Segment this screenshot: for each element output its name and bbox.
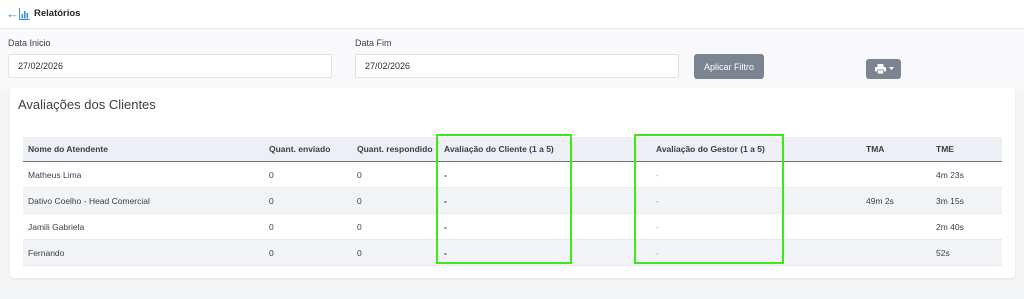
cell-client-rating: - xyxy=(444,170,447,180)
cell-sent: 0 xyxy=(269,248,274,258)
table-row: Dativo Coelho - Head Comercial 0 0 - - 4… xyxy=(23,188,1002,214)
cell-tme: 3m 15s xyxy=(936,196,964,206)
column-header-name: Nome do Atendente xyxy=(28,144,108,154)
cell-sent: 0 xyxy=(269,196,274,206)
cell-answered: 0 xyxy=(357,196,362,206)
cell-name: Matheus Lima xyxy=(28,170,82,180)
end-date-label: Data Fim xyxy=(355,38,392,48)
cell-name: Dativo Coelho - Head Comercial xyxy=(28,196,150,206)
page-title: Relatórios xyxy=(34,8,81,19)
cell-name: Fernando xyxy=(28,248,65,258)
column-header-answered: Quant. respondido xyxy=(357,144,433,154)
start-date-label: Data Inicio xyxy=(8,38,51,48)
top-bar: ← Relatórios xyxy=(0,0,1024,29)
cell-name: Jamili Gabriela xyxy=(28,222,85,232)
start-date-input[interactable]: 27/02/2026 xyxy=(8,54,332,78)
printer-icon xyxy=(875,64,886,74)
column-header-tma: TMA xyxy=(866,144,885,154)
cell-answered: 0 xyxy=(357,222,362,232)
cell-sent: 0 xyxy=(269,222,274,232)
caret-down-icon xyxy=(889,67,894,70)
cell-tma: 49m 2s xyxy=(866,196,894,206)
cell-tme: 4m 23s xyxy=(936,170,964,180)
apply-filter-button[interactable]: Aplicar Filtro xyxy=(694,54,764,79)
table-row: Matheus Lima 0 0 - - 4m 23s xyxy=(23,162,1002,188)
card-title: Avaliações dos Clientes xyxy=(18,97,156,112)
cell-sent: 0 xyxy=(269,170,274,180)
column-header-tme: TME xyxy=(936,144,954,154)
cell-client-rating: - xyxy=(444,222,447,232)
cell-client-rating: - xyxy=(444,248,447,258)
table-row: Fernando 0 0 - - 52s xyxy=(23,240,1002,266)
cell-manager-rating: - xyxy=(656,248,659,258)
end-date-input[interactable]: 27/02/2026 xyxy=(355,54,679,78)
table-row: Jamili Gabriela 0 0 - - 2m 40s xyxy=(23,214,1002,240)
ratings-card: Avaliações dos Clientes Nome do Atendent… xyxy=(10,88,1015,278)
arrow-left-icon[interactable]: ← xyxy=(6,7,19,21)
column-header-client-rating: Avaliação do Cliente (1 a 5) xyxy=(444,144,554,154)
table-header: Nome do Atendente Quant. enviado Quant. … xyxy=(23,137,1002,162)
cell-manager-rating: - xyxy=(656,222,659,232)
column-header-sent: Quant. enviado xyxy=(269,144,331,154)
cell-tme: 52s xyxy=(936,248,950,258)
cell-client-rating: - xyxy=(444,196,447,206)
print-dropdown-button[interactable] xyxy=(866,59,901,79)
cell-tme: 2m 40s xyxy=(936,222,964,232)
cell-manager-rating: - xyxy=(656,170,659,180)
cell-answered: 0 xyxy=(357,248,362,258)
ratings-table: Nome do Atendente Quant. enviado Quant. … xyxy=(23,137,1002,266)
column-header-manager-rating: Avaliação do Gestor (1 a 5) xyxy=(656,144,765,154)
cell-answered: 0 xyxy=(357,170,362,180)
bar-chart-icon xyxy=(19,8,30,20)
cell-manager-rating: - xyxy=(656,196,659,206)
